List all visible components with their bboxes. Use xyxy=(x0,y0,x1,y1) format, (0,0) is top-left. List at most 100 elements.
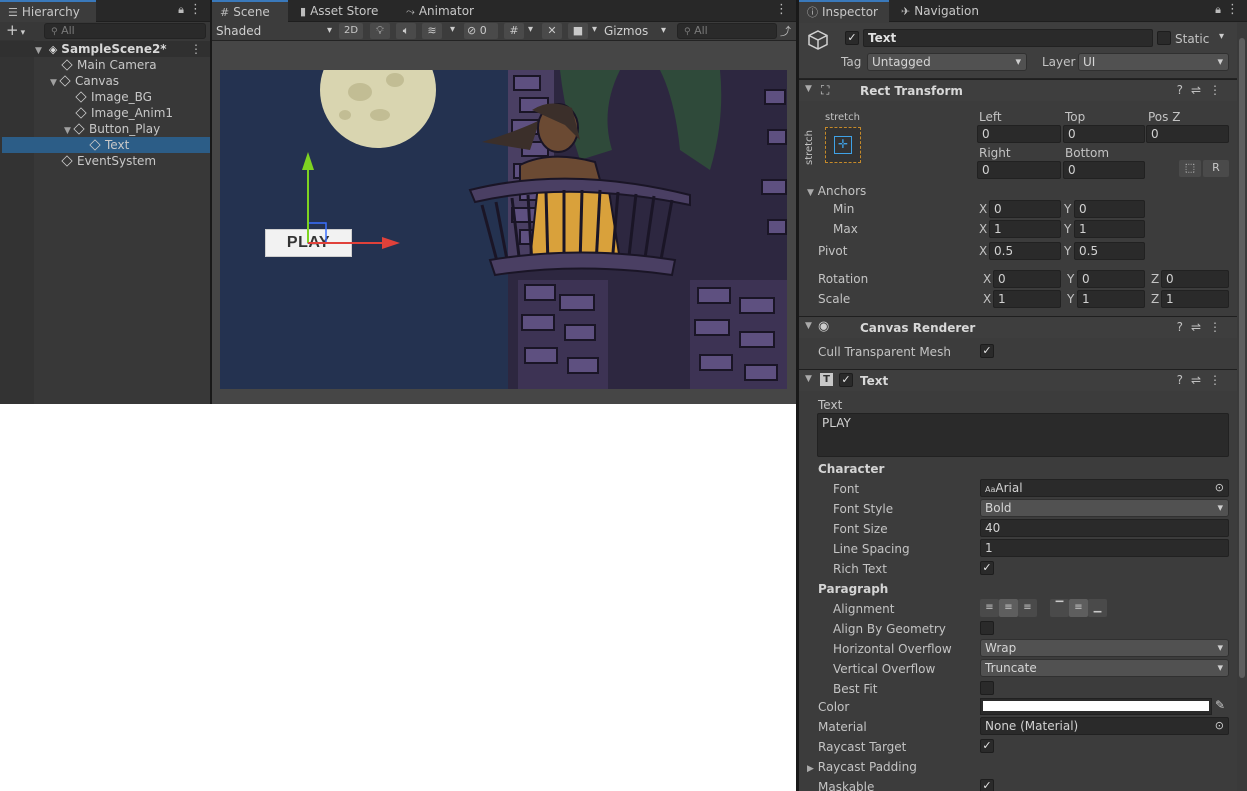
help-icon[interactable]: ? xyxy=(1177,373,1191,387)
add-object-button[interactable]: + ▾ xyxy=(6,23,25,41)
audio-toggle-icon[interactable]: 🔈︎ xyxy=(396,23,416,39)
align-center-icon[interactable]: ≡ xyxy=(999,599,1018,617)
grid-toggle-icon[interactable]: # xyxy=(504,23,524,39)
posz-field[interactable]: 0 xyxy=(1146,125,1229,143)
chevron-down-icon[interactable]: ▾ xyxy=(528,24,533,35)
active-checkbox[interactable]: ✓ xyxy=(845,31,859,45)
rot-x-field[interactable]: 0 xyxy=(993,270,1061,288)
color-field[interactable] xyxy=(980,698,1212,715)
scale-y-field[interactable]: 1 xyxy=(1077,290,1145,308)
scene-row[interactable]: ▼ ◈ SampleScene2* ⋮ xyxy=(0,41,210,57)
scale-x-field[interactable]: 1 xyxy=(993,290,1061,308)
min-x-field[interactable]: 0 xyxy=(989,200,1061,218)
align-left-icon[interactable]: ≡ xyxy=(980,599,999,617)
best-fit-checkbox[interactable] xyxy=(980,681,994,695)
static-dropdown-icon[interactable]: ▾ xyxy=(1219,31,1224,42)
component-tools[interactable]: ?⇌⋮ xyxy=(1177,83,1229,97)
tag-dropdown[interactable]: Untagged xyxy=(867,53,1027,71)
text-component-header[interactable]: ▼ T ✓ Text ?⇌⋮ xyxy=(799,369,1237,391)
tab-hierarchy[interactable]: ☰ Hierarchy xyxy=(0,0,96,22)
cull-mesh-checkbox[interactable]: ✓ xyxy=(980,344,994,358)
scene-search-options-icon[interactable]: ⤴ xyxy=(780,23,791,39)
help-icon[interactable]: ? xyxy=(1177,83,1191,97)
scale-z-field[interactable]: 1 xyxy=(1161,290,1229,308)
top-field[interactable]: 0 xyxy=(1063,125,1145,143)
tools-icon[interactable]: ✕ xyxy=(542,23,562,39)
object-picker-icon[interactable]: ⊙ xyxy=(1215,480,1224,496)
presets-icon[interactable]: ⇌ xyxy=(1191,373,1209,387)
scrollbar-thumb[interactable] xyxy=(1239,38,1245,678)
font-object-field[interactable]: AaArial ⊙ xyxy=(980,479,1229,497)
anchor-presets-button[interactable]: ✛ xyxy=(825,127,861,163)
2d-mode-toggle[interactable]: 2D xyxy=(339,23,363,39)
move-gizmo[interactable] xyxy=(220,70,787,389)
anchors-foldout[interactable]: ▼ Anchors xyxy=(807,184,866,200)
left-field[interactable]: 0 xyxy=(977,125,1061,143)
lighting-toggle-icon[interactable]: 💡︎ xyxy=(370,23,390,39)
inspector-scrollbar[interactable] xyxy=(1237,22,1247,791)
raycast-padding-foldout[interactable]: ▶ Raycast Padding xyxy=(807,760,917,776)
chevron-down-icon[interactable]: ▾ xyxy=(450,24,455,35)
scene-search-input[interactable]: ⚲ All xyxy=(677,23,777,39)
align-bottom-icon[interactable]: ▁ xyxy=(1088,599,1107,617)
canvas-renderer-header[interactable]: ▼ ◉ Canvas Renderer ?⇌⋮ xyxy=(799,316,1237,338)
blueprint-mode-button[interactable]: ⬚ xyxy=(1179,160,1201,177)
lock-icon[interactable]: 🔒︎ xyxy=(178,3,184,17)
align-top-icon[interactable]: ▔ xyxy=(1050,599,1069,617)
material-object-field[interactable]: None (Material) ⊙ xyxy=(980,717,1229,735)
tab-navigation[interactable]: ✈ Navigation xyxy=(893,0,979,22)
hidden-objects-toggle[interactable]: ⊘ 0 xyxy=(464,23,498,39)
eyedropper-icon[interactable]: ✎ xyxy=(1215,698,1225,712)
effects-toggle-icon[interactable]: ≋ xyxy=(422,23,442,39)
more-menu-icon[interactable]: ⋮ xyxy=(189,2,202,17)
text-area[interactable]: PLAY xyxy=(817,413,1229,457)
rot-y-field[interactable]: 0 xyxy=(1077,270,1145,288)
pivot-x-field[interactable]: 0.5 xyxy=(989,242,1061,260)
align-middle-icon[interactable]: ≡ xyxy=(1069,599,1088,617)
more-menu-icon[interactable]: ⋮ xyxy=(1209,373,1229,387)
tab-asset-store[interactable]: ▮ Asset Store xyxy=(292,0,378,22)
max-x-field[interactable]: 1 xyxy=(989,220,1061,238)
right-field[interactable]: 0 xyxy=(977,161,1061,179)
rect-transform-header[interactable]: ▼ ⛶ Rect Transform ?⇌⋮ xyxy=(799,79,1237,101)
hierarchy-item-button-play[interactable]: ▼ Button_Play xyxy=(64,121,160,137)
hierarchy-item-text[interactable]: Text xyxy=(2,137,210,153)
presets-icon[interactable]: ⇌ xyxy=(1191,83,1209,97)
maskable-checkbox[interactable]: ✓ xyxy=(980,779,994,791)
font-size-field[interactable]: 40 xyxy=(980,519,1229,537)
help-icon[interactable]: ? xyxy=(1177,320,1191,334)
align-right-icon[interactable]: ≡ xyxy=(1018,599,1037,617)
max-y-field[interactable]: 1 xyxy=(1074,220,1145,238)
h-overflow-dropdown[interactable]: Wrap xyxy=(980,639,1229,657)
hierarchy-item-image-bg[interactable]: Image_BG xyxy=(75,89,152,105)
scene-canvas[interactable]: PLAY xyxy=(220,70,787,389)
more-menu-icon[interactable]: ⋮ xyxy=(775,2,788,17)
camera-icon[interactable]: ■ xyxy=(568,23,588,39)
object-picker-icon[interactable]: ⊙ xyxy=(1215,718,1224,734)
bottom-field[interactable]: 0 xyxy=(1063,161,1145,179)
more-menu-icon[interactable]: ⋮ xyxy=(1209,320,1229,334)
presets-icon[interactable]: ⇌ xyxy=(1191,320,1209,334)
component-tools[interactable]: ?⇌⋮ xyxy=(1177,320,1229,334)
hierarchy-item-eventsystem[interactable]: EventSystem xyxy=(61,153,156,169)
text-enabled-checkbox[interactable]: ✓ xyxy=(839,373,853,387)
layer-dropdown[interactable]: UI xyxy=(1078,53,1229,71)
tab-scene[interactable]: # Scene xyxy=(212,0,288,22)
pivot-y-field[interactable]: 0.5 xyxy=(1074,242,1145,260)
chevron-down-icon[interactable]: ▾ xyxy=(592,24,597,35)
tab-animator[interactable]: ⤳ Animator xyxy=(398,0,474,22)
static-checkbox[interactable] xyxy=(1157,31,1171,45)
hierarchy-item-image-anim1[interactable]: Image_Anim1 xyxy=(75,105,173,121)
object-name-field[interactable]: Text xyxy=(863,29,1153,47)
raycast-target-checkbox[interactable]: ✓ xyxy=(980,739,994,753)
raw-edit-button[interactable]: R xyxy=(1203,160,1229,177)
v-overflow-dropdown[interactable]: Truncate xyxy=(980,659,1229,677)
scene-menu-icon[interactable]: ⋮ xyxy=(190,41,202,57)
font-style-dropdown[interactable]: Bold xyxy=(980,499,1229,517)
rich-text-checkbox[interactable]: ✓ xyxy=(980,561,994,575)
more-menu-icon[interactable]: ⋮ xyxy=(1226,2,1239,17)
line-spacing-field[interactable]: 1 xyxy=(980,539,1229,557)
hierarchy-item-canvas[interactable]: ▼ Canvas xyxy=(50,73,119,89)
more-menu-icon[interactable]: ⋮ xyxy=(1209,83,1229,97)
shading-mode-dropdown[interactable]: Shaded ▾ xyxy=(216,23,332,39)
